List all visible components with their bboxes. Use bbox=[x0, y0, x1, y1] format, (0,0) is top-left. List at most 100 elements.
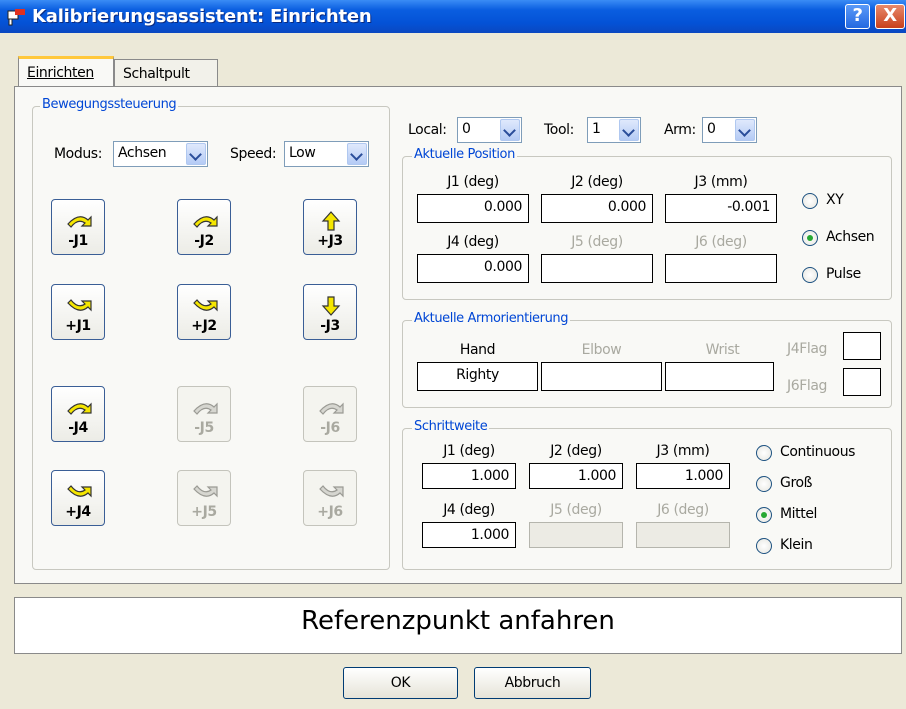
rotate-cw-arrow-icon bbox=[193, 299, 218, 312]
local-select[interactable]: 0 bbox=[457, 117, 522, 143]
position-mode-radio-xy[interactable]: XY bbox=[802, 192, 886, 212]
step-header: J2 (deg) bbox=[550, 443, 602, 459]
help-button[interactable]: ? bbox=[845, 4, 870, 29]
rotate-ccw-arrow-icon bbox=[193, 215, 218, 228]
position-value-field[interactable]: 0.000 bbox=[541, 194, 653, 223]
tool-value: 1 bbox=[592, 121, 601, 137]
radio-circle[interactable] bbox=[756, 507, 772, 523]
rotate-cw-arrow-icon bbox=[67, 299, 92, 312]
jog-button-plusminus-j5[interactable]: +J5 bbox=[177, 470, 231, 526]
jog-button-plusminus-j6[interactable]: +J6 bbox=[303, 470, 357, 526]
close-button[interactable]: X bbox=[875, 4, 905, 29]
step-header: J1 (deg) bbox=[443, 443, 495, 459]
position-mode-radio-pulse[interactable]: Pulse bbox=[802, 266, 886, 286]
jog-button-minus-j3[interactable]: -J3 bbox=[303, 284, 357, 340]
arrow-up-icon bbox=[321, 211, 341, 231]
rotate-cw-arrow-icon bbox=[67, 485, 92, 498]
chevron-down-icon[interactable] bbox=[619, 119, 639, 141]
speed-value: Low bbox=[289, 145, 316, 161]
chevron-down-icon[interactable] bbox=[347, 143, 367, 165]
jog-button-plusminus-j1[interactable]: +J1 bbox=[51, 284, 105, 340]
jog-button-minus-j5[interactable]: -J5 bbox=[177, 386, 231, 442]
jog-button-label: +J6 bbox=[317, 504, 343, 520]
position-header: J3 (mm) bbox=[694, 174, 748, 190]
mode-value: Achsen bbox=[118, 145, 167, 161]
jog-button-plusminus-j3[interactable]: +J3 bbox=[303, 199, 357, 255]
step-value-field[interactable]: 1.000 bbox=[636, 463, 730, 489]
radio-circle[interactable] bbox=[756, 445, 772, 461]
elbow-label: Elbow bbox=[581, 342, 622, 358]
radio-label: Groß bbox=[780, 475, 813, 491]
jog-button-label: -J3 bbox=[320, 318, 340, 334]
step-header: J4 (deg) bbox=[443, 502, 495, 518]
mode-label: Modus: bbox=[54, 146, 103, 162]
radio-circle[interactable] bbox=[756, 476, 772, 492]
arm-label: Arm: bbox=[664, 122, 696, 138]
wizard-app-icon bbox=[7, 9, 25, 26]
ok-button[interactable]: OK bbox=[343, 667, 458, 699]
position-value-field[interactable] bbox=[541, 254, 653, 283]
window-title: Kalibrierungsassistent: Einrichten bbox=[32, 6, 372, 27]
rotate-ccw-arrow-icon bbox=[193, 402, 218, 415]
wrist-label: Wrist bbox=[705, 342, 740, 358]
jog-button-label: -J5 bbox=[194, 420, 214, 436]
jog-button-plusminus-j2[interactable]: +J2 bbox=[177, 284, 231, 340]
step-value-field[interactable]: 1.000 bbox=[422, 522, 516, 548]
radio-circle[interactable] bbox=[802, 193, 818, 209]
group-label: Aktuelle Armorientierung bbox=[412, 311, 571, 326]
rotate-ccw-arrow-icon bbox=[67, 402, 92, 415]
step-header: J5 (deg) bbox=[550, 502, 602, 518]
chevron-down-icon[interactable] bbox=[500, 119, 520, 141]
radio-circle[interactable] bbox=[756, 538, 772, 554]
tab-einrichten[interactable]: Einrichten bbox=[18, 56, 114, 86]
tool-select[interactable]: 1 bbox=[587, 117, 641, 143]
cancel-button[interactable]: Abbruch bbox=[474, 667, 591, 699]
position-header: J6 (deg) bbox=[695, 234, 747, 250]
position-value-field[interactable]: 0.000 bbox=[417, 194, 529, 223]
status-panel: Referenzpunkt anfahren bbox=[14, 597, 902, 654]
title-bar[interactable]: Kalibrierungsassistent: Einrichten ? X bbox=[0, 0, 906, 33]
arm-value: 0 bbox=[707, 121, 716, 137]
step-option-radio-0[interactable]: Continuous bbox=[756, 444, 876, 464]
chevron-down-icon[interactable] bbox=[735, 119, 755, 141]
jog-button-minus-j2[interactable]: -J2 bbox=[177, 199, 231, 255]
speed-select[interactable]: Low bbox=[284, 141, 369, 167]
jog-button-plusminus-j4[interactable]: +J4 bbox=[51, 470, 105, 526]
jog-button-label: -J6 bbox=[320, 420, 340, 436]
position-value-field[interactable]: 0.000 bbox=[417, 254, 529, 283]
mode-select[interactable]: Achsen bbox=[113, 141, 208, 167]
step-value-field[interactable]: 1.000 bbox=[529, 463, 623, 489]
jog-button-minus-j6[interactable]: -J6 bbox=[303, 386, 357, 442]
jog-button-label: -J4 bbox=[68, 420, 88, 436]
jog-button-minus-j4[interactable]: -J4 bbox=[51, 386, 105, 442]
position-header: J1 (deg) bbox=[447, 174, 499, 190]
step-header: J3 (mm) bbox=[656, 443, 710, 459]
group-label: Aktuelle Position bbox=[412, 147, 517, 162]
position-header: J2 (deg) bbox=[571, 174, 623, 190]
tab-label: Einrichten bbox=[27, 65, 94, 81]
jog-button-label: -J2 bbox=[194, 233, 214, 249]
step-option-radio-2[interactable]: Mittel bbox=[756, 506, 876, 526]
hand-label: Hand bbox=[459, 342, 496, 358]
arm-select[interactable]: 0 bbox=[702, 117, 757, 143]
step-option-radio-1[interactable]: Groß bbox=[756, 475, 876, 495]
radio-label: Continuous bbox=[780, 444, 856, 460]
chevron-down-icon[interactable] bbox=[186, 143, 206, 165]
step-value-field[interactable]: 1.000 bbox=[422, 463, 516, 489]
elbow-field bbox=[541, 362, 662, 391]
rotate-ccw-arrow-icon bbox=[67, 215, 92, 228]
wrist-field bbox=[665, 362, 774, 391]
rotate-ccw-arrow-icon bbox=[319, 402, 344, 415]
tool-label: Tool: bbox=[544, 122, 574, 138]
tab-schaltpult[interactable]: Schaltpult bbox=[114, 59, 218, 87]
radio-circle[interactable] bbox=[802, 230, 818, 246]
position-value-field[interactable] bbox=[665, 254, 777, 283]
radio-circle[interactable] bbox=[802, 267, 818, 283]
step-value-field bbox=[636, 522, 730, 548]
position-value-field[interactable]: -0.001 bbox=[665, 194, 777, 223]
local-value: 0 bbox=[462, 121, 471, 137]
step-option-radio-3[interactable]: Klein bbox=[756, 537, 876, 557]
group-label: Schrittweite bbox=[412, 419, 490, 434]
jog-button-minus-j1[interactable]: -J1 bbox=[51, 199, 105, 255]
position-mode-radio-achsen[interactable]: Achsen bbox=[802, 229, 886, 249]
